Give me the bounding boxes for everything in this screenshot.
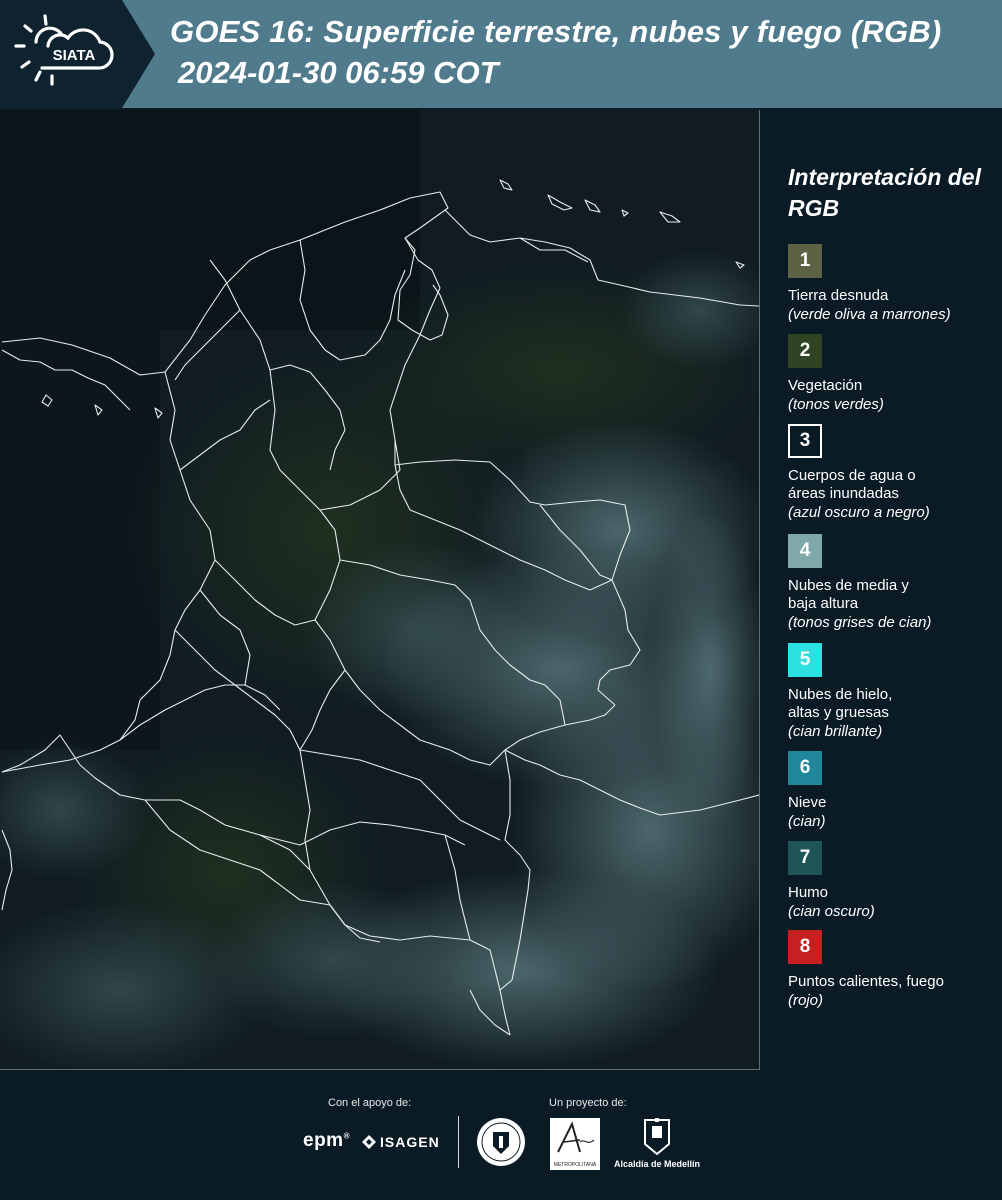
legend-title: Interpretación del RGB — [788, 164, 981, 221]
legend-item-label: Nieve — [788, 794, 827, 811]
legend-item-sublabel: (verde oliva a marrones) — [788, 306, 951, 323]
legend-swatch-8: 8 — [788, 930, 822, 964]
isagen-mark-icon — [362, 1135, 376, 1149]
legend-item-sublabel: (cian brillante) — [788, 723, 883, 740]
legend-item-label: Humo — [788, 884, 829, 901]
support-label: Con el apoyo de: — [328, 1097, 412, 1109]
legend-item-sublabel: (cian) — [788, 813, 826, 830]
legend-swatch-2: 2 — [788, 334, 822, 368]
legend-item-water: 3 Cuerpos de agua o áreas inundadas (azu… — [788, 424, 988, 522]
epm-logo-text: epm — [303, 1130, 344, 1151]
isagen-logo-text: ISAGEN — [380, 1134, 440, 1150]
legend-number: 7 — [799, 847, 811, 868]
epm-logo: epm® — [303, 1130, 350, 1151]
siata-logo: SIATA — [0, 0, 155, 108]
satellite-map[interactable] — [0, 110, 760, 1070]
legend-item-smoke: 7 Humo (cian oscuro) — [788, 841, 988, 921]
legend-number: 5 — [799, 649, 811, 670]
legend-swatch-4: 4 — [788, 534, 822, 568]
medellin-logo-text: Alcaldía de Medellín — [613, 1159, 701, 1169]
area-logo-text: METROPOLITANA — [553, 1162, 597, 1168]
legend-item-ice-clouds: 5 Nubes de hielo, altas y gruesas (cian … — [788, 643, 988, 741]
rgb-legend: Interpretación del RGB 1 Tierra desnuda … — [772, 110, 997, 1069]
footer: Con el apoyo de: Un proyecto de: epm® IS… — [0, 1070, 1002, 1200]
legend-item-sublabel: (tonos verdes) — [788, 396, 884, 413]
legend-swatch-7: 7 — [788, 841, 822, 875]
legend-number: 2 — [799, 340, 811, 361]
legend-item-label: Vegetación — [788, 377, 863, 394]
legend-swatch-5: 5 — [788, 643, 822, 677]
legend-item-sublabel: (tonos grises de cian) — [788, 614, 932, 631]
siata-logo-text: SIATA — [53, 47, 96, 64]
legend-item-sublabel: (cian oscuro) — [788, 903, 875, 920]
legend-number: 8 — [799, 936, 811, 957]
legend-number: 6 — [799, 757, 811, 778]
isagen-logo: ISAGEN — [362, 1134, 440, 1150]
legend-item-sublabel: (rojo) — [788, 992, 824, 1009]
legend-item-label: Puntos calientes, fuego — [788, 973, 944, 990]
project-label: Un proyecto de: — [549, 1097, 627, 1109]
legend-number: 3 — [799, 430, 811, 451]
legend-swatch-1: 1 — [788, 244, 822, 278]
legend-item-snow: 6 Nieve (cian) — [788, 751, 988, 831]
legend-item-low-clouds: 4 Nubes de media y baja altura (tonos gr… — [788, 534, 988, 632]
legend-swatch-3: 3 — [788, 424, 822, 458]
legend-item-bare-soil: 1 Tierra desnuda (verde oliva a marrones… — [788, 244, 988, 324]
legend-number: 4 — [799, 540, 811, 561]
legend-swatch-6: 6 — [788, 751, 822, 785]
medellin-shield-icon — [644, 1118, 670, 1156]
legend-item-fire: 8 Puntos calientes, fuego (rojo) — [788, 930, 988, 1010]
alcaldia-medellin-logo: Alcaldía de Medellín — [612, 1116, 702, 1172]
legend-item-label: Cuerpos de agua o áreas inundadas — [788, 467, 916, 502]
universidad-seal-logo — [475, 1116, 527, 1168]
legend-item-label: Tierra desnuda — [788, 287, 889, 304]
legend-item-vegetation: 2 Vegetación (tonos verdes) — [788, 334, 988, 414]
legend-item-sublabel: (azul oscuro a negro) — [788, 504, 930, 521]
area-metropolitana-logo: METROPOLITANA — [550, 1118, 600, 1170]
page-title: GOES 16: Superficie terrestre, nubes y f… — [170, 14, 942, 49]
page-timestamp: 2024-01-30 06:59 COT — [178, 55, 499, 90]
legend-item-label: Nubes de media y baja altura — [788, 577, 909, 612]
header: SIATA GOES 16: Superficie terrestre, nub… — [0, 0, 1002, 108]
satellite-map-canvas — [0, 110, 759, 1069]
legend-number: 1 — [799, 250, 811, 271]
footer-divider — [458, 1116, 459, 1168]
legend-item-label: Nubes de hielo, altas y gruesas — [788, 686, 893, 721]
